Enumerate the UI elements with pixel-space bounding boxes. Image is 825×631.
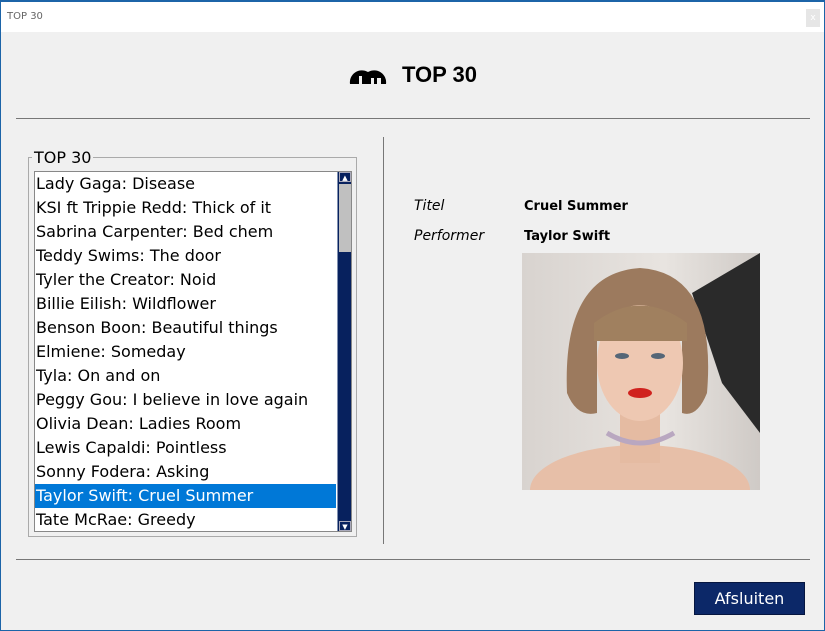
list-item[interactable]: Taylor Swift: Cruel Summer	[35, 484, 336, 508]
divider-bottom	[16, 559, 810, 560]
title-value: Cruel Summer	[524, 199, 628, 214]
list-item[interactable]: Lewis Capaldi: Pointless	[35, 436, 336, 460]
performer-photo	[522, 253, 760, 490]
page-title: TOP 30	[401, 62, 477, 87]
close-button[interactable]: x	[806, 9, 820, 27]
header: TOP 30	[1, 62, 824, 88]
scrollbar-thumb[interactable]	[339, 184, 351, 252]
group-label: TOP 30	[34, 148, 92, 167]
list-item[interactable]: Lady Gaga: Disease	[35, 172, 336, 196]
divider-vertical	[383, 137, 384, 544]
list-item[interactable]: Teddy Swims: The door	[35, 244, 336, 268]
scrollbar[interactable]: ▲ ▼	[337, 172, 351, 531]
performer-value: Taylor Swift	[524, 229, 611, 244]
title-bar: TOP 30 x	[1, 2, 824, 32]
list-item[interactable]: Benson Boon: Beautiful things	[35, 316, 336, 340]
scroll-up-icon[interactable]: ▲	[339, 172, 351, 182]
song-listbox[interactable]: Lady Gaga: Disease KSI ft Trippie Redd: T…	[34, 171, 352, 532]
window-title: TOP 30	[7, 11, 43, 22]
list-item[interactable]: Tyler the Creator: Noid	[35, 268, 336, 292]
scroll-down-icon[interactable]: ▼	[339, 521, 351, 531]
list-item[interactable]: Billie Eilish: Wildflower	[35, 292, 336, 316]
list-item[interactable]: Peggy Gou: I believe in love again	[35, 388, 336, 412]
list-item[interactable]: Tate McRae: Greedy	[35, 508, 336, 531]
main-window: TOP 30 x TOP 30 TOP 30 Lady Gaga: Diseas…	[0, 0, 825, 631]
divider-top	[16, 118, 810, 119]
list-item[interactable]: Sonny Fodera: Asking	[35, 460, 336, 484]
logo-icon	[349, 70, 387, 84]
performer-label: Performer	[414, 228, 485, 244]
list-item[interactable]: Elmiene: Someday	[35, 340, 336, 364]
list-item[interactable]: Sabrina Carpenter: Bed chem	[35, 220, 336, 244]
list-item[interactable]: Olivia Dean: Ladies Room	[35, 412, 336, 436]
title-label: Titel	[414, 198, 445, 214]
close-app-button[interactable]: Afsluiten	[694, 582, 805, 615]
list-item[interactable]: KSI ft Trippie Redd: Thick of it	[35, 196, 336, 220]
list-item[interactable]: Tyla: On and on	[35, 364, 336, 388]
